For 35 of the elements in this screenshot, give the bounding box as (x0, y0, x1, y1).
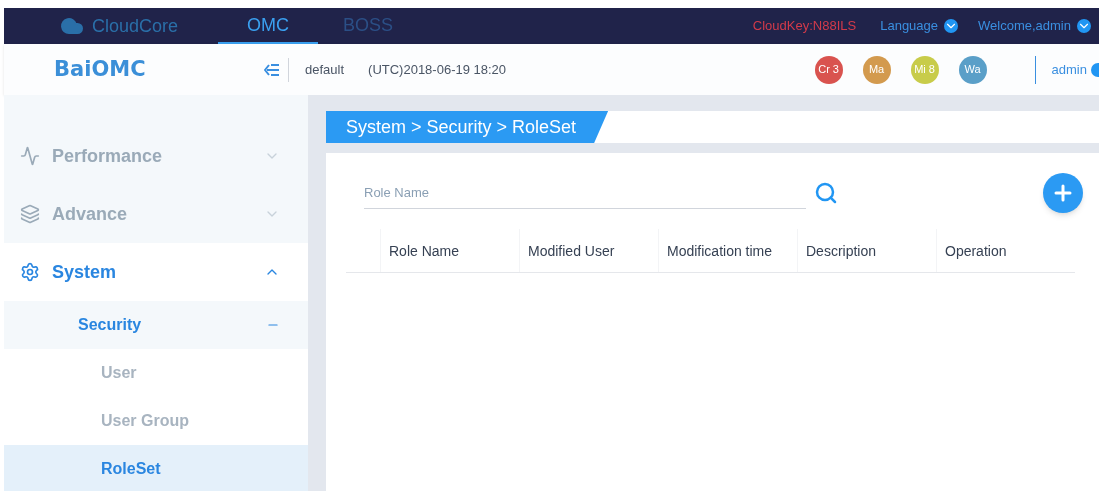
time-label: (UTC)2018-06-19 18:20 (368, 60, 507, 79)
collapse-menu-icon[interactable] (264, 63, 280, 76)
brand-name: CloudCore (92, 15, 179, 38)
column-header: Role Name (380, 229, 519, 272)
column-header: Operation (936, 229, 1075, 272)
search-field[interactable]: Role Name (364, 177, 806, 209)
cloud-key: CloudKey:N88ILS (752, 16, 857, 36)
user-menu[interactable]: Welcome,admin (978, 16, 1091, 36)
search-icon[interactable] (814, 181, 838, 205)
alarm-count[interactable]: Mi 8 (910, 55, 939, 84)
gears-icon (20, 262, 40, 282)
breadcrumb: System > Security > RoleSet (326, 111, 609, 143)
language-menu[interactable]: Language (880, 16, 959, 36)
leaf-menu-item[interactable]: RoleSet (4, 445, 308, 491)
alarm-count[interactable]: Cr 3 (814, 55, 843, 84)
menu-item[interactable]: Performance (4, 127, 308, 185)
domain-label: default (305, 60, 345, 79)
leaf-menu-item[interactable]: User Group (4, 397, 308, 445)
user-name[interactable]: admin (1051, 59, 1087, 80)
logo: BaiOMC (54, 55, 147, 83)
nav-tab[interactable]: BOSS (318, 8, 419, 44)
submenu-label: Security (78, 315, 142, 335)
layers-icon (20, 204, 40, 224)
column-header: Modification time (658, 229, 797, 272)
menu-label: Advance (52, 203, 128, 226)
leaf-menu-item[interactable]: User (4, 349, 308, 397)
add-button[interactable] (1043, 173, 1083, 213)
column-header: Modified User (519, 229, 658, 272)
menu-label: Performance (52, 145, 163, 168)
menu-item[interactable]: Advance (4, 185, 308, 243)
pulse-icon (20, 146, 40, 166)
alarm-count[interactable]: Ma (862, 55, 891, 84)
alarm-count[interactable]: Wa (958, 55, 987, 84)
column-header: Description (797, 229, 936, 272)
menu-label: System (52, 261, 117, 284)
